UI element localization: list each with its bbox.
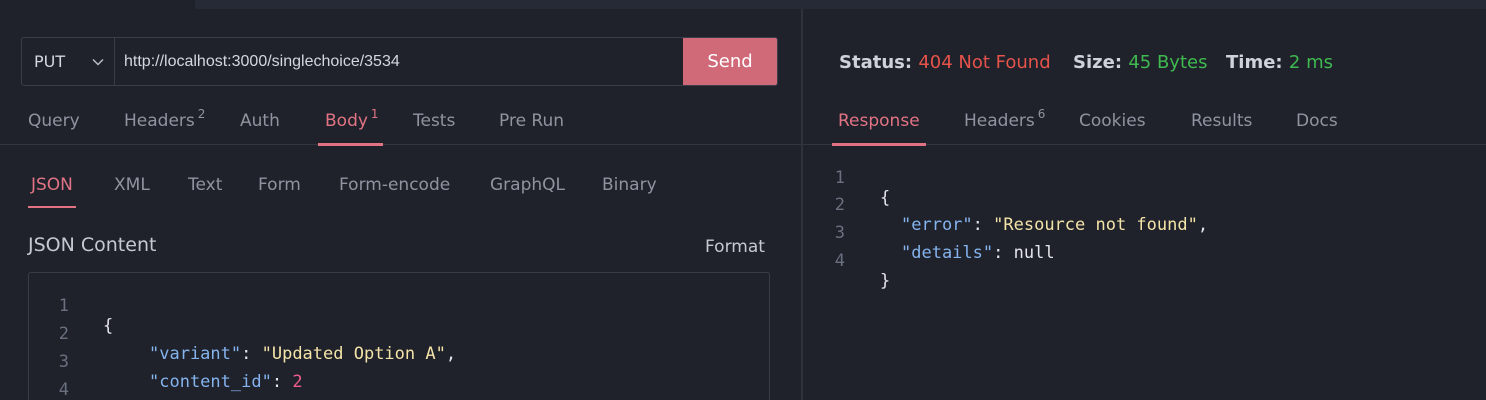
tab-label: Body	[325, 111, 368, 131]
code-line: 1 {	[29, 276, 114, 336]
format-button[interactable]: Format	[705, 237, 765, 257]
body-type-tabs: JSON XML Text Form Form-encode GraphQL B…	[0, 175, 801, 211]
top-tab-strip	[0, 0, 1486, 9]
tab-text[interactable]: Text	[188, 175, 222, 208]
tab-label: Query	[28, 111, 80, 131]
line-number: 4	[834, 251, 845, 271]
json-key: "content_id"	[149, 372, 272, 392]
response-body: 1 { 2 "error": "Resource not found", 3 "…	[803, 145, 1486, 291]
tab-docs[interactable]: Docs	[1296, 103, 1338, 145]
tab-query[interactable]: Query	[28, 103, 80, 145]
method-select[interactable]: PUT	[22, 38, 115, 85]
tab-results[interactable]: Results	[1191, 103, 1252, 145]
tab-badge: 6	[1037, 107, 1046, 121]
json-value: 2	[292, 372, 303, 392]
tab-pre-run[interactable]: Pre Run	[499, 103, 564, 145]
code-text: "details": null	[901, 243, 1055, 263]
url-input[interactable]: http://localhost:3000/singlechoice/3534	[115, 38, 683, 85]
code-line: 4 }	[803, 231, 891, 291]
tab-label: Pre Run	[499, 111, 565, 131]
code-line: 2 "variant": "Updated Option A",	[29, 304, 729, 364]
json-value: null	[1013, 243, 1055, 263]
tab-label: Headers	[964, 111, 1035, 131]
time-readout: Time: 2 ms	[1226, 52, 1333, 73]
code-line: 1 {	[803, 148, 891, 208]
tab-badge: 2	[197, 107, 206, 121]
tab-label: Cookies	[1079, 111, 1146, 131]
tab-json[interactable]: JSON	[28, 175, 76, 208]
size-readout: Size: 45 Bytes	[1073, 52, 1207, 73]
code-text: "content_id": 2	[149, 372, 303, 392]
request-tabs: Query Headers 2 Auth Body 1 Tests Pre Run	[0, 103, 801, 146]
send-button[interactable]: Send	[683, 38, 777, 85]
tab-label: Auth	[240, 111, 280, 131]
tab-form[interactable]: Form	[258, 175, 301, 208]
code-line: 4 }	[29, 360, 90, 400]
request-bar: PUT http://localhost:3000/singlechoice/3…	[21, 37, 778, 86]
code-line: 2 "error": "Resource not found",	[803, 175, 1403, 235]
size-value: 45 Bytes	[1128, 52, 1208, 73]
method-label: PUT	[34, 52, 66, 71]
tab-xml[interactable]: XML	[114, 175, 150, 208]
time-value: 2 ms	[1288, 52, 1333, 73]
chevron-down-icon	[92, 58, 104, 66]
size-label: Size:	[1073, 52, 1123, 73]
close-brace: }	[880, 271, 891, 291]
status-label: Status:	[839, 52, 913, 73]
status-value: 404 Not Found	[918, 52, 1051, 73]
json-content-title: JSON Content	[28, 234, 157, 256]
tab-response[interactable]: Response	[832, 103, 926, 146]
tab-binary[interactable]: Binary	[602, 175, 657, 208]
response-pane: Status: 404 Not Found Size: 45 Bytes Tim…	[803, 9, 1486, 400]
time-label: Time:	[1226, 52, 1283, 73]
tab-label: Tests	[413, 111, 456, 131]
line-number: 4	[58, 380, 69, 400]
tab-headers[interactable]: Headers 2	[124, 103, 205, 145]
tab-body[interactable]: Body 1	[318, 103, 383, 146]
tab-label: Results	[1191, 111, 1253, 131]
tab-cookies[interactable]: Cookies	[1079, 103, 1146, 145]
response-tabs: Response Headers 6 Cookies Results Docs	[803, 103, 1486, 146]
tab-badge: 1	[370, 107, 379, 121]
json-editor[interactable]: 1 { 2 "variant": "Updated Option A", 3 "…	[28, 272, 770, 400]
tab-graphql[interactable]: GraphQL	[490, 175, 565, 208]
active-tab-ghost[interactable]	[0, 0, 195, 9]
code-line: 3 "content_id": 2	[29, 332, 729, 392]
tab-auth[interactable]: Auth	[240, 103, 280, 145]
status-readout: Status: 404 Not Found	[839, 52, 1051, 73]
tab-label: Response	[838, 111, 920, 131]
tab-label: Docs	[1296, 111, 1338, 131]
code-line: 3 "details": null	[803, 203, 1403, 263]
json-key: "details"	[901, 243, 994, 263]
tab-label: Headers	[124, 111, 195, 131]
tab-response-headers[interactable]: Headers 6	[964, 103, 1045, 145]
tab-tests[interactable]: Tests	[413, 103, 455, 145]
request-pane: PUT http://localhost:3000/singlechoice/3…	[0, 9, 801, 400]
tab-form-encode[interactable]: Form-encode	[339, 175, 450, 208]
